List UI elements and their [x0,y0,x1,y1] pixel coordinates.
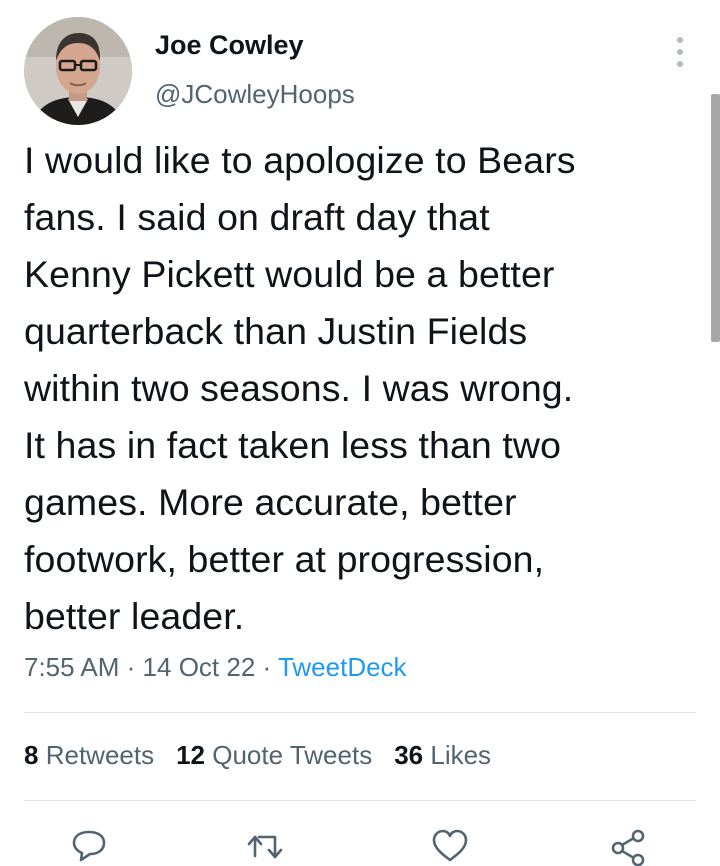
author-display-name[interactable]: Joe Cowley [155,30,304,61]
reply-icon[interactable] [67,826,111,866]
retweets-stat[interactable]: 8 Retweets [24,740,154,771]
tweet-date[interactable]: 14 Oct 22 [143,652,256,682]
avatar[interactable] [24,17,132,125]
retweet-icon[interactable] [244,826,288,866]
tweet-stats: 8 Retweets 12 Quote Tweets 36 Likes [24,740,513,771]
quotes-count: 12 [176,740,206,770]
divider [24,800,696,801]
heart-icon[interactable] [428,826,472,866]
action-bar [0,826,720,866]
author-handle[interactable]: @JCowleyHoops [155,79,355,110]
retweets-label: Retweets [45,740,155,770]
likes-label: Likes [430,740,492,770]
likes-stat[interactable]: 36 Likes [394,740,491,771]
share-icon[interactable] [608,826,652,866]
tweet-meta: 7:55 AM · 14 Oct 22 · TweetDeck [24,652,407,683]
tweet-text: I would like to apologize to Bears fans.… [24,139,576,637]
divider [24,712,696,713]
meta-separator: · [262,652,272,682]
retweets-count: 8 [24,740,39,770]
tweet-time[interactable]: 7:55 AM [24,652,119,682]
meta-separator: · [126,652,136,682]
tweet-detail: Joe Cowley @JCowleyHoops I would like to… [0,0,720,866]
quote-tweets-stat[interactable]: 12 Quote Tweets [176,740,372,771]
likes-count: 36 [394,740,424,770]
scrollbar[interactable] [711,94,720,342]
tweet-source-link[interactable]: TweetDeck [278,652,407,682]
avatar-photo [24,17,132,125]
quotes-label: Quote Tweets [212,740,373,770]
more-options-icon[interactable] [664,32,696,72]
